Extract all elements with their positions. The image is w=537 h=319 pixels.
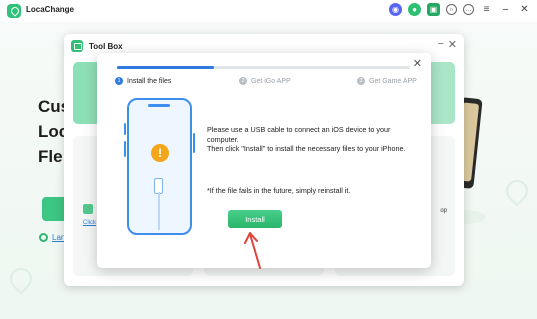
toolbox-minimize-icon[interactable]: − — [438, 38, 444, 50]
phone-side-button — [193, 133, 195, 153]
close-icon[interactable]: ✕ — [518, 3, 531, 16]
step-install-files: 1 Install the files — [115, 77, 171, 85]
warning-icon: ! — [151, 144, 169, 162]
app-titlebar: LocaChange ◉ ● ▣ ∩ … ≡ − ✕ — [0, 0, 537, 22]
phone-icon: ! — [127, 98, 192, 235]
card-icon — [83, 204, 93, 214]
dialog-close-icon[interactable]: ✕ — [413, 57, 422, 70]
phone-notch — [148, 104, 170, 107]
step-label: Install the files — [127, 77, 172, 85]
phone-side-button — [124, 123, 126, 135]
usb-cable-line — [158, 192, 160, 230]
avatar-icon[interactable]: ● — [408, 3, 421, 16]
step-get-game-app: 3 Get Game APP — [357, 77, 417, 85]
hero-title-line-3: Fle — [38, 147, 63, 166]
instructions: Please use a USB cable to connect an iOS… — [207, 125, 407, 154]
step-number: 3 — [357, 77, 365, 85]
menu-icon[interactable]: ≡ — [480, 3, 493, 16]
reinstall-note: *If the file fails in the future, simply… — [207, 186, 351, 195]
step-label: Get iGo APP — [251, 77, 291, 85]
minimize-icon[interactable]: − — [499, 3, 512, 16]
step-number: 2 — [239, 77, 247, 85]
instruction-line: Please use a USB cable to connect an iOS… — [207, 125, 391, 144]
toolbox-close-icon[interactable]: ✕ — [448, 38, 457, 51]
phone-side-button — [124, 141, 126, 157]
card-link[interactable]: Click — [83, 220, 96, 226]
card-text: op — [440, 208, 447, 214]
install-dialog: ✕ 1 Install the files 2 Get iGo APP 3 Ge… — [97, 53, 431, 268]
progress-bar — [117, 66, 410, 69]
chat-icon[interactable]: … — [463, 4, 474, 15]
titlebar-icons: ◉ ● ▣ ∩ … ≡ − ✕ — [389, 3, 531, 16]
install-button[interactable]: Install — [228, 210, 282, 228]
toolbox-title: Tool Box — [89, 42, 123, 51]
app-name: LocaChange — [26, 5, 75, 14]
headset-icon[interactable]: ∩ — [446, 4, 457, 15]
hero-radio-icon[interactable] — [39, 233, 48, 242]
step-label: Get Game APP — [369, 77, 417, 85]
progress-fill — [117, 66, 214, 69]
step-number: 1 — [115, 77, 123, 85]
toolbox-icon — [71, 40, 83, 52]
discord-icon[interactable]: ◉ — [389, 3, 402, 16]
app-logo-icon — [7, 4, 21, 18]
store-icon[interactable]: ▣ — [427, 3, 440, 16]
step-get-igo-app: 2 Get iGo APP — [239, 77, 291, 85]
instruction-line: Then click "Install" to install the nece… — [207, 144, 406, 153]
